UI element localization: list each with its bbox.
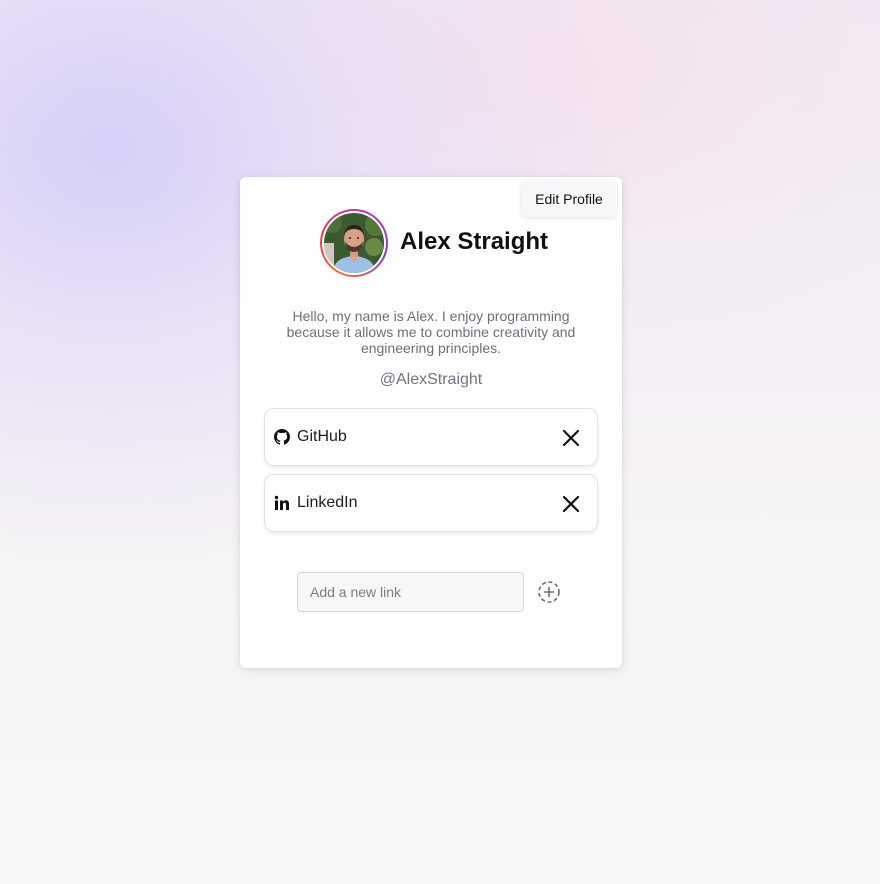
plus-circle-dashed-icon [538,581,560,603]
close-icon [562,429,580,447]
profile-name: Alex Straight [400,228,549,255]
profile-handle: @AlexStraight [379,371,483,388]
link-label-linkedin: LinkedIn [297,494,358,511]
link-item-github[interactable]: GitHub [264,408,598,466]
link-item-linkedin[interactable]: LinkedIn [264,474,598,532]
link-label-github: GitHub [297,428,347,445]
close-icon [562,495,580,513]
github-icon [274,429,290,445]
avatar [324,213,384,273]
profile-bio: Hello, my name is Alex. I enjoy programm… [286,308,576,356]
linkedin-icon [274,495,289,510]
remove-linkedin-button[interactable] [559,492,583,516]
avatar-ring [320,209,388,277]
profile-card: Edit Profile Alex Straight Hello, my nam… [240,177,622,668]
new-link-input[interactable] [297,572,524,612]
add-link-button[interactable] [537,580,561,604]
remove-github-button[interactable] [559,426,583,450]
edit-profile-button[interactable]: Edit Profile [521,181,617,217]
